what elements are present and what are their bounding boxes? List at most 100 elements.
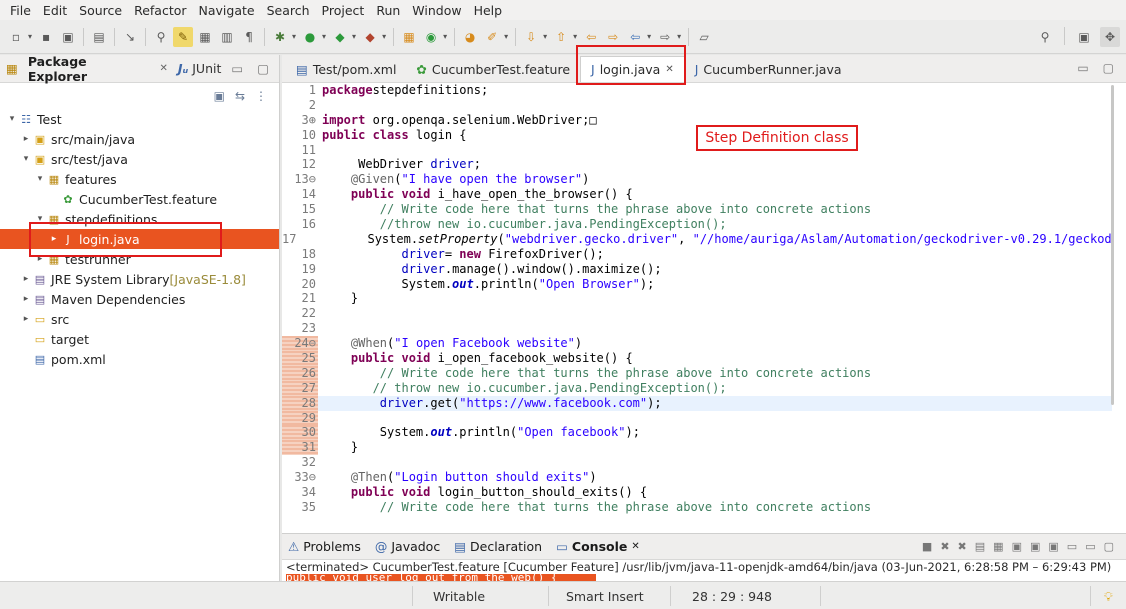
tree-item[interactable]: ▸ ▤ JRE System Library [JavaSE-1.8] xyxy=(0,269,279,289)
open-console-icon[interactable]: ▱ xyxy=(694,27,714,47)
show-stdout-icon[interactable]: ▣ xyxy=(1012,540,1022,553)
code-token: package xyxy=(322,83,373,97)
lightbulb-icon[interactable]: 💡︎ xyxy=(1104,589,1113,605)
console-minimize-icon[interactable]: ▭ xyxy=(1085,540,1095,553)
forward-icon[interactable]: ⇨ xyxy=(655,27,675,47)
stop-icon[interactable]: ■ xyxy=(922,540,932,553)
menu-project[interactable]: Project xyxy=(316,3,371,18)
previous-annotation-icon[interactable]: ⇧ xyxy=(551,27,571,47)
back-icon[interactable]: ⇨ xyxy=(603,27,623,47)
debug-icon[interactable]: ✱ xyxy=(270,27,290,47)
back-dropdown-icon[interactable]: ▾ xyxy=(647,32,651,41)
editor-tab[interactable]: J CucumberRunner.java xyxy=(685,56,852,82)
chevron-right-icon[interactable]: ▸ xyxy=(20,294,32,304)
tree-item[interactable]: ▾ ▣ src/test/java xyxy=(0,149,279,169)
mark-occurrences-icon[interactable]: ✎ xyxy=(173,26,194,47)
console-tab[interactable]: @ Javadoc xyxy=(375,539,440,554)
pin-console-icon[interactable]: ▣ xyxy=(1048,540,1058,553)
console-maximize-icon[interactable]: ▢ xyxy=(1104,540,1114,553)
close-icon[interactable]: ✕ xyxy=(159,63,167,74)
console-tab[interactable]: ⚠ Problems xyxy=(288,539,361,554)
block-selection-icon[interactable]: ▦ xyxy=(195,27,215,47)
run-dropdown-icon[interactable]: ▾ xyxy=(322,32,326,41)
editor-minimize-icon[interactable]: ▭ xyxy=(1077,61,1088,75)
new-package-icon[interactable]: ▦ xyxy=(399,27,419,47)
chevron-right-icon[interactable]: ▸ xyxy=(20,314,32,324)
tree-item[interactable]: ▸ ▤ Maven Dependencies xyxy=(0,289,279,309)
console-tab[interactable]: ▤ Declaration xyxy=(454,539,542,554)
menu-help[interactable]: Help xyxy=(468,3,509,18)
chevron-down-icon[interactable]: ▾ xyxy=(20,154,32,164)
coverage-dropdown-icon[interactable]: ▾ xyxy=(352,32,356,41)
menu-run[interactable]: Run xyxy=(370,3,406,18)
word-wrap-icon[interactable]: ▦ xyxy=(993,540,1003,553)
menu-window[interactable]: Window xyxy=(406,3,467,18)
search-tool-dropdown-icon[interactable]: ▾ xyxy=(504,32,508,41)
new-console-icon[interactable]: ▭ xyxy=(1067,540,1077,553)
editor-tab[interactable]: ▤ Test/pom.xml xyxy=(286,56,406,82)
menu-refactor[interactable]: Refactor xyxy=(128,3,192,18)
terminal-icon[interactable]: ▤ xyxy=(89,27,109,47)
maximize-icon[interactable]: ▢ xyxy=(257,61,269,76)
tab-junit[interactable]: JUnit xyxy=(192,61,221,76)
coverage-icon[interactable]: ◆ xyxy=(330,27,350,47)
debug-dropdown-icon[interactable]: ▾ xyxy=(292,32,296,41)
java-perspective-icon[interactable]: ✥ xyxy=(1100,27,1120,47)
tree-item[interactable]: ▸ ▣ src/main/java xyxy=(0,129,279,149)
menu-search[interactable]: Search xyxy=(261,3,316,18)
chevron-right-icon[interactable]: ▸ xyxy=(20,274,32,284)
search-icon[interactable]: ⚲ xyxy=(1035,27,1055,47)
back-nav-icon[interactable]: ⇦ xyxy=(625,27,645,47)
view-menu-icon[interactable]: ⋮ xyxy=(255,89,267,103)
run-icon[interactable]: ● xyxy=(300,27,320,47)
next-annotation-dropdown-icon[interactable]: ▾ xyxy=(543,32,547,41)
tab-package-explorer[interactable]: Package Explorer xyxy=(28,54,150,84)
editor-tab[interactable]: ✿ CucumberTest.feature xyxy=(406,56,580,82)
chevron-down-icon[interactable]: ▾ xyxy=(34,174,46,184)
tree-item[interactable]: ▾ ▦ features xyxy=(0,169,279,189)
external-tools-dropdown-icon[interactable]: ▾ xyxy=(382,32,386,41)
pin-icon[interactable]: ⚲ xyxy=(151,27,171,47)
new-class-dropdown-icon[interactable]: ▾ xyxy=(443,32,447,41)
paragraph-icon[interactable]: ¶ xyxy=(239,27,259,47)
menu-source[interactable]: Source xyxy=(73,3,128,18)
save-all-icon[interactable]: ▣ xyxy=(58,27,78,47)
close-tab-icon[interactable]: ✕ xyxy=(631,541,639,552)
source-folder-icon: ▣ xyxy=(34,152,46,166)
remove-all-icon[interactable]: ✖ xyxy=(958,540,967,553)
tree-item[interactable]: ▸ ▭ src xyxy=(0,309,279,329)
menu-edit[interactable]: Edit xyxy=(37,3,73,18)
show-whitespace-icon[interactable]: ▥ xyxy=(217,27,237,47)
search-tool-icon[interactable]: ✐ xyxy=(482,27,502,47)
console-tab[interactable]: ▭ Console ✕ xyxy=(556,539,640,554)
external-tools-icon[interactable]: ◆ xyxy=(360,27,380,47)
next-annotation-icon[interactable]: ⇩ xyxy=(521,27,541,47)
collapse-all-icon[interactable]: ▣ xyxy=(214,89,225,103)
scroll-lock-icon[interactable]: ▤ xyxy=(975,540,985,553)
skip-breakpoints-icon[interactable]: ↘ xyxy=(120,27,140,47)
open-type-icon[interactable]: ◕ xyxy=(460,27,480,47)
minimize-icon[interactable]: ▭ xyxy=(231,61,243,76)
menu-navigate[interactable]: Navigate xyxy=(193,3,261,18)
previous-annotation-dropdown-icon[interactable]: ▾ xyxy=(573,32,577,41)
editor-maximize-icon[interactable]: ▢ xyxy=(1103,61,1114,75)
forward-dropdown-icon[interactable]: ▾ xyxy=(677,32,681,41)
tree-item[interactable]: ▤ pom.xml xyxy=(0,349,279,369)
tree-item[interactable]: ▭ target xyxy=(0,329,279,349)
tree-item[interactable]: ▾ ☷ Test xyxy=(0,109,279,129)
last-edit-icon[interactable]: ⇦ xyxy=(581,27,601,47)
new-dropdown-icon[interactable]: ▾ xyxy=(28,32,32,41)
show-stderr-icon[interactable]: ▣ xyxy=(1030,540,1040,553)
chevron-down-icon[interactable]: ▾ xyxy=(6,114,18,124)
chevron-right-icon[interactable]: ▸ xyxy=(20,134,32,144)
menu-file[interactable]: File xyxy=(4,3,37,18)
remove-launch-icon[interactable]: ✖ xyxy=(940,540,949,553)
new-class-icon[interactable]: ◉ xyxy=(421,27,441,47)
link-with-editor-icon[interactable]: ⇆ xyxy=(235,89,245,103)
save-icon[interactable]: ▪ xyxy=(36,27,56,47)
new-icon[interactable]: ▫ xyxy=(6,27,26,47)
open-perspective-icon[interactable]: ▣ xyxy=(1074,27,1094,47)
code-token: driver xyxy=(401,261,445,276)
tree-item[interactable]: ✿ CucumberTest.feature xyxy=(0,189,279,209)
editor-scrollbar[interactable] xyxy=(1111,85,1114,405)
